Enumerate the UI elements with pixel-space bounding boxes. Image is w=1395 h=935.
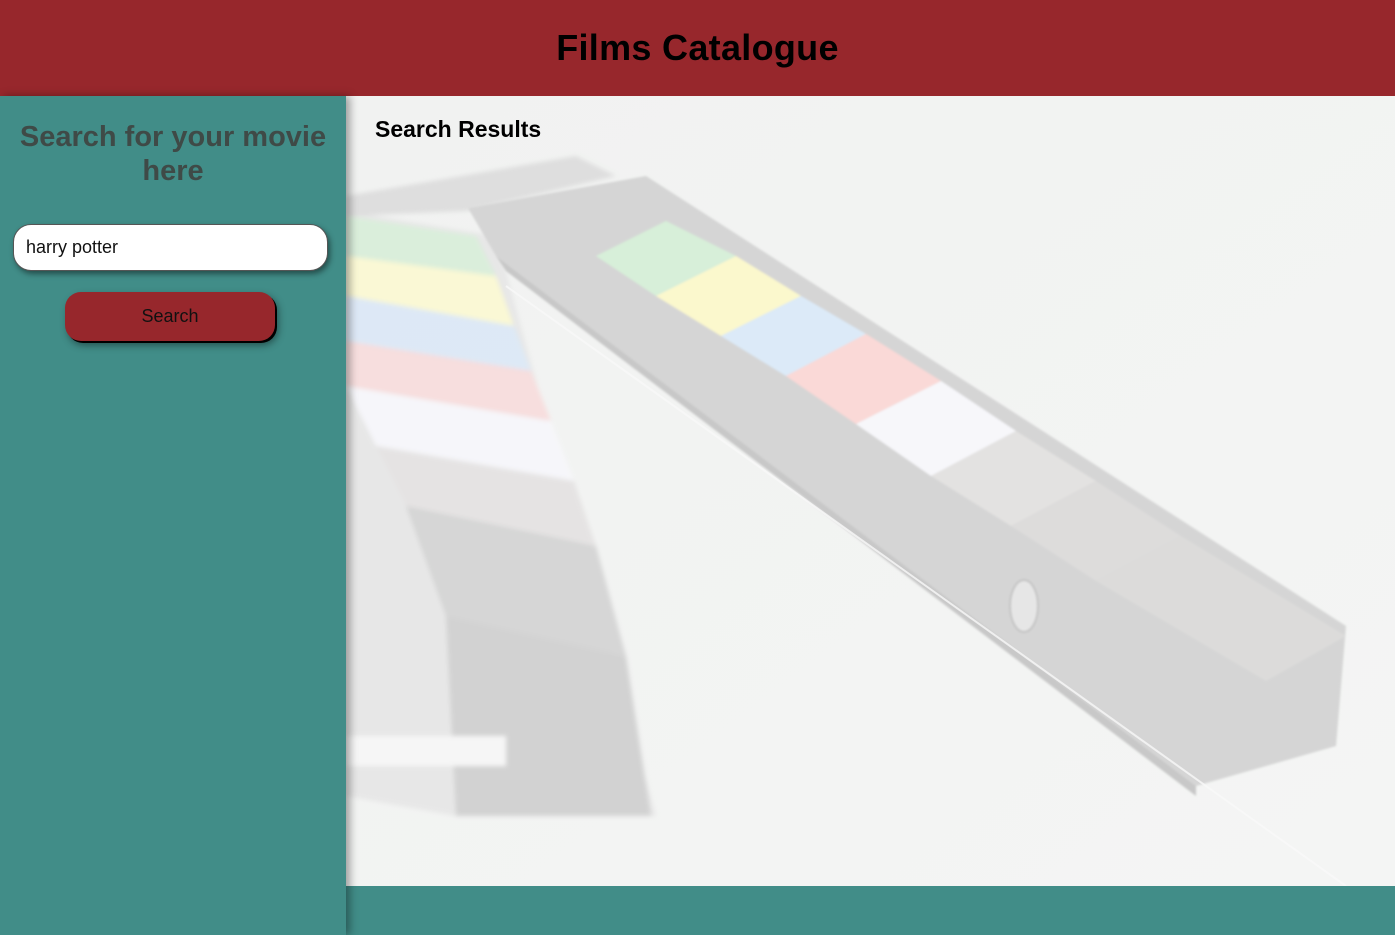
app-header: Films Catalogue [0, 0, 1395, 96]
search-button[interactable]: Search [65, 292, 275, 341]
results-panel: Search Results [346, 96, 1395, 886]
app-title: Films Catalogue [556, 27, 839, 68]
results-title: Search Results [375, 116, 542, 142]
search-input[interactable] [13, 224, 328, 271]
page-footer [346, 886, 1395, 935]
search-sidebar: Search for your movie here Search [0, 96, 346, 935]
sidebar-heading: Search for your movie here [19, 121, 327, 187]
clapperboard-background-image [346, 96, 1395, 886]
